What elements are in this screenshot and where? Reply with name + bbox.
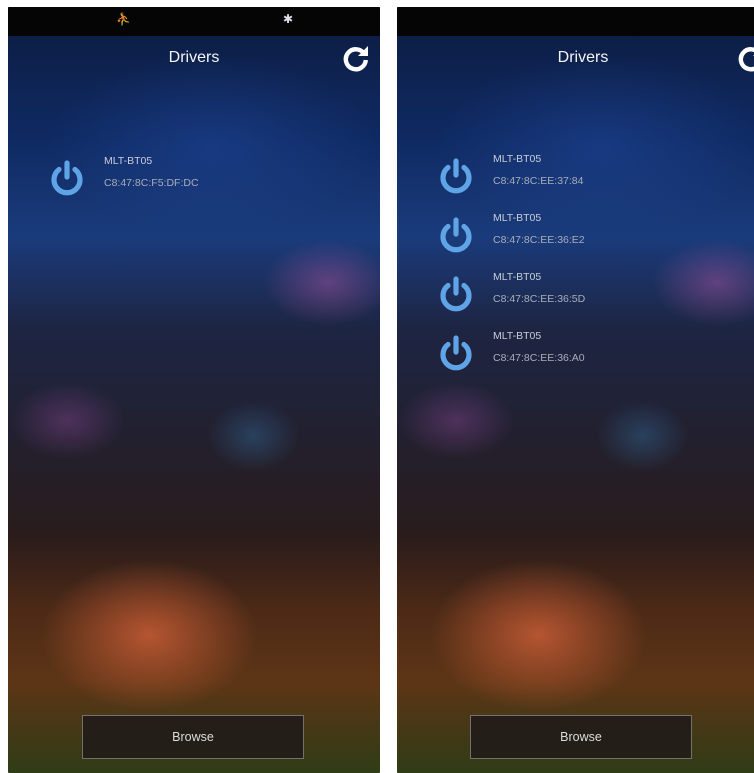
device-name: MLT-BT05 <box>493 271 542 283</box>
device-mac-address: C8:47:8C:EE:36:5D <box>493 293 586 305</box>
power-icon[interactable] <box>435 332 477 374</box>
screen-multiple-devices: Drivers MLT-BT05 C8:47:8C:EE:37:84 MLT-B… <box>397 7 754 773</box>
device-name: MLT-BT05 <box>493 330 542 342</box>
app-notification-icon: ⛹ <box>116 12 131 26</box>
device-mac-address: C8:47:8C:F5:DF:DC <box>104 177 199 189</box>
device-list-item[interactable]: MLT-BT05 C8:47:8C:F5:DF:DC <box>46 155 346 205</box>
device-list-item[interactable]: MLT-BT05 C8:47:8C:EE:37:84 <box>435 153 735 203</box>
device-list-item[interactable]: MLT-BT05 C8:47:8C:EE:36:5D <box>435 271 735 321</box>
device-name: MLT-BT05 <box>493 212 542 224</box>
device-name: MLT-BT05 <box>493 153 542 165</box>
device-list-item[interactable]: MLT-BT05 C8:47:8C:EE:36:A0 <box>435 330 735 380</box>
device-mac-address: C8:47:8C:EE:37:84 <box>493 175 584 187</box>
refresh-icon <box>343 46 368 72</box>
bluetooth-icon: ✱ <box>283 12 294 26</box>
power-icon[interactable] <box>46 157 88 199</box>
device-mac-address: C8:47:8C:EE:36:A0 <box>493 352 585 364</box>
browse-button[interactable]: Browse <box>82 715 304 759</box>
device-list-item[interactable]: MLT-BT05 C8:47:8C:EE:36:E2 <box>435 212 735 262</box>
refresh-button[interactable] <box>342 44 370 72</box>
screen-single-device: ⛹ ✱ Drivers MLT-BT05 C8:47:8C:F5:DF:DC B… <box>8 7 380 773</box>
browse-button[interactable]: Browse <box>470 715 692 759</box>
power-icon[interactable] <box>435 155 477 197</box>
status-bar: ⛹ ✱ <box>8 7 380 36</box>
device-mac-address: C8:47:8C:EE:36:E2 <box>493 234 585 246</box>
power-icon[interactable] <box>435 214 477 256</box>
refresh-icon <box>738 47 754 72</box>
refresh-button[interactable] <box>737 44 754 72</box>
page-title: Drivers <box>557 49 609 66</box>
power-icon[interactable] <box>435 273 477 315</box>
status-bar <box>397 7 754 36</box>
device-name: MLT-BT05 <box>104 155 153 167</box>
page-title: Drivers <box>168 49 220 66</box>
